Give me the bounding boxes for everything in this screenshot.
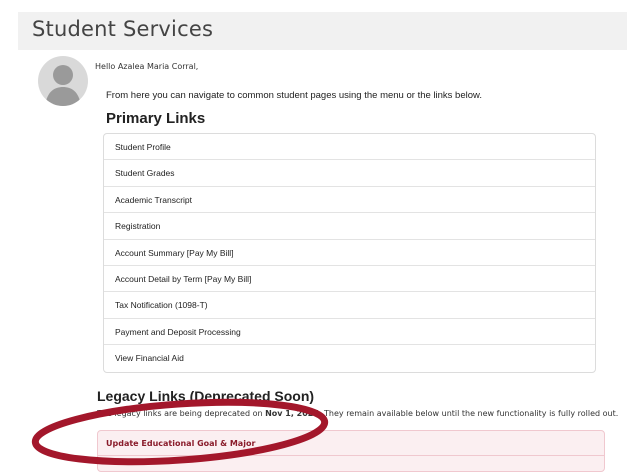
legacy-note-date: Nov 1, 2025 [265,409,319,418]
legacy-note-suffix: . They remain available below until the … [318,409,619,418]
link-academic-transcript[interactable]: Academic Transcript [104,187,595,214]
primary-links-heading: Primary Links [106,110,206,127]
primary-links-list: Student Profile Student Grades Academic … [103,133,596,373]
intro-text: From here you can navigate to common stu… [106,90,482,101]
link-payment-deposit[interactable]: Payment and Deposit Processing [104,319,595,346]
link-tax-notification[interactable]: Tax Notification (1098-T) [104,292,595,319]
link-registration[interactable]: Registration [104,213,595,240]
link-financial-aid[interactable]: View Financial Aid [104,345,595,371]
legacy-links-heading: Legacy Links (Deprecated Soon) [97,388,315,404]
link-student-profile[interactable]: Student Profile [104,134,595,161]
legacy-note-prefix: The legacy links are being deprecated on [97,409,263,418]
user-silhouette-icon [45,65,81,106]
greeting-text: Hello Azalea Maria Corral, [95,62,199,71]
legacy-note: The legacy links are being deprecated on… [97,409,618,418]
link-student-grades[interactable]: Student Grades [104,160,595,187]
avatar [38,56,88,106]
link-update-educational-goal[interactable]: Update Educational Goal & Major [98,431,604,456]
page-title: Student Services [32,17,214,41]
link-account-detail[interactable]: Account Detail by Term [Pay My Bill] [104,266,595,293]
page-header: Student Services [18,12,627,50]
link-account-summary[interactable]: Account Summary [Pay My Bill] [104,240,595,266]
